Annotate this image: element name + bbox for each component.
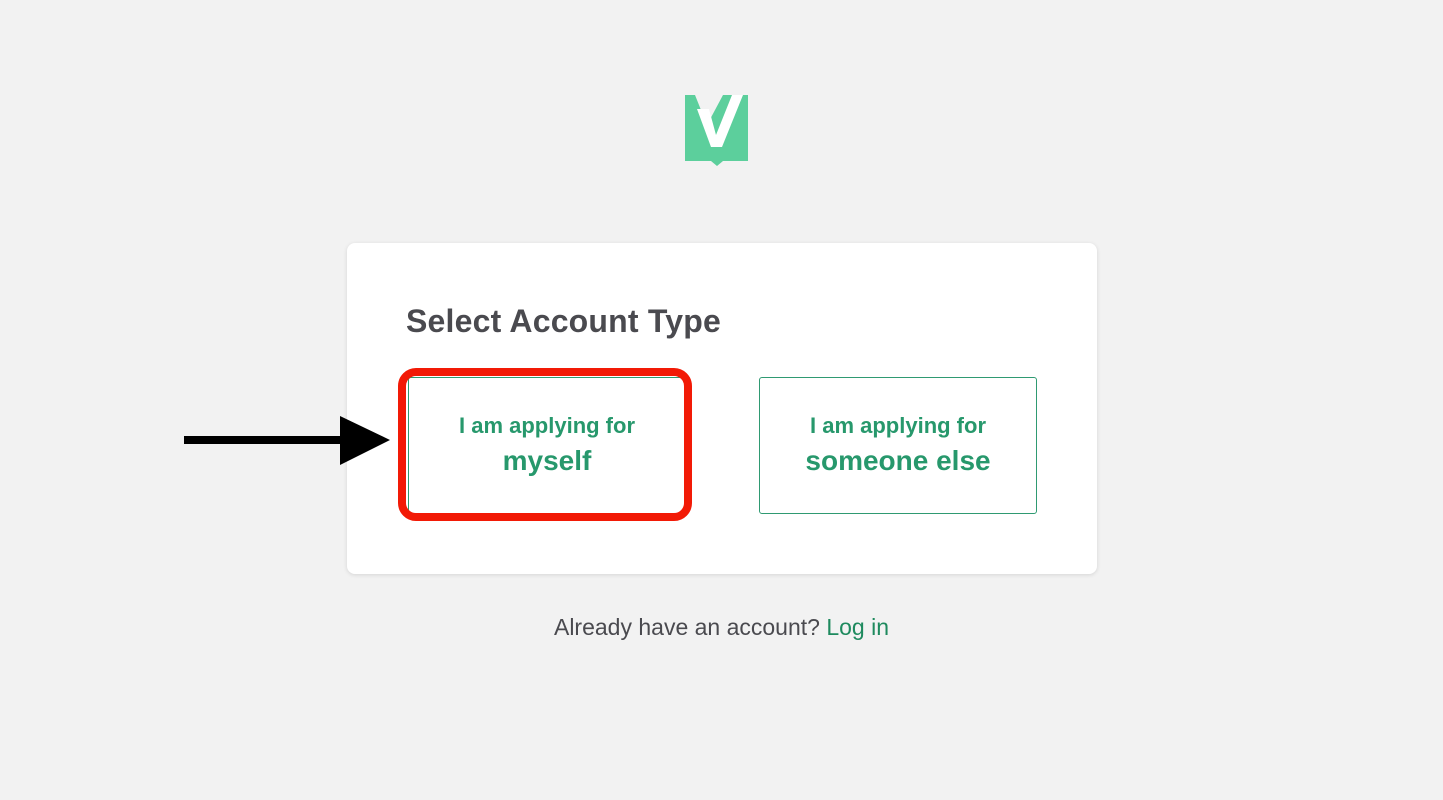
- login-prompt: Already have an account? Log in: [0, 614, 1443, 641]
- apply-someone-else-button[interactable]: I am applying for someone else: [759, 377, 1037, 514]
- login-prompt-text: Already have an account?: [553, 614, 820, 640]
- option-label: I am applying for: [809, 412, 987, 438]
- page: Select Account Type I am applying for my…: [0, 0, 1443, 800]
- option-target: someone else: [805, 444, 991, 476]
- arrow-right-icon: [184, 416, 390, 465]
- card-title: Select Account Type: [406, 303, 721, 339]
- account-type-card: Select Account Type I am applying for my…: [347, 243, 1097, 574]
- apply-myself-button[interactable]: I am applying for myself: [408, 377, 686, 514]
- option-label: I am applying for: [458, 412, 636, 438]
- login-link[interactable]: Log in: [826, 614, 889, 640]
- option-target: myself: [502, 444, 592, 476]
- checkmark-badge-icon: [685, 95, 748, 166]
